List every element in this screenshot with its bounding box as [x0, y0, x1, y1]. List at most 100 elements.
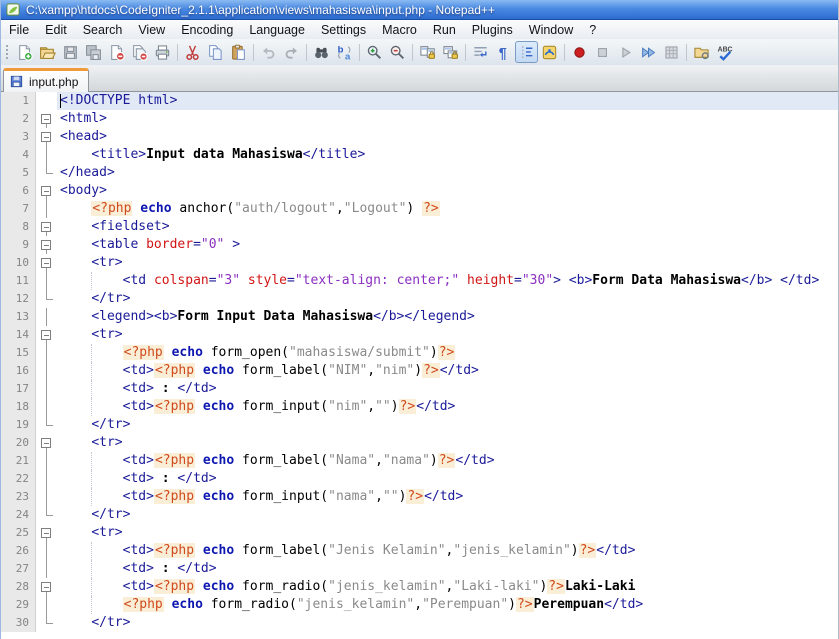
- doc-switcher-button[interactable]: [690, 41, 713, 63]
- word-wrap-icon: [474, 46, 487, 57]
- fold-collapse-box[interactable]: [36, 236, 57, 254]
- redo-button[interactable]: [280, 41, 303, 63]
- menu-item-window[interactable]: Window: [521, 21, 581, 39]
- menu-item-settings[interactable]: Settings: [313, 21, 374, 39]
- word-wrap-button[interactable]: [469, 41, 492, 63]
- code-line-19[interactable]: 19 </tr>: [1, 416, 838, 434]
- copy-button[interactable]: [204, 41, 227, 63]
- code-line-17[interactable]: 17 <td> : </td>: [1, 380, 838, 398]
- menu-item-search[interactable]: Search: [75, 21, 131, 39]
- code-line-22[interactable]: 22 <td> : </td>: [1, 470, 838, 488]
- code-line-30[interactable]: 30 </tr>: [1, 614, 838, 632]
- code-line-21[interactable]: 21 <td><?php echo form_label("Nama","nam…: [1, 452, 838, 470]
- menu-item-edit[interactable]: Edit: [37, 21, 75, 39]
- user-language-button[interactable]: [538, 41, 561, 63]
- cut-button[interactable]: [181, 41, 204, 63]
- code-line-10[interactable]: 10 <tr>: [1, 254, 838, 272]
- fold-collapse-box[interactable]: [36, 128, 57, 146]
- open-file-button[interactable]: [36, 41, 59, 63]
- close-file-button[interactable]: [105, 41, 128, 63]
- fold-margin: [36, 272, 57, 290]
- fold-margin: [36, 416, 57, 434]
- menu-item-encoding[interactable]: Encoding: [173, 21, 241, 39]
- fold-collapse-box[interactable]: [36, 254, 57, 272]
- code-line-15[interactable]: 15 <?php echo form_open("mahasiswa/submi…: [1, 344, 838, 362]
- run-macro-multiple-button[interactable]: [637, 41, 660, 63]
- code-line-16[interactable]: 16 <td><?php echo form_label("NIM","nim"…: [1, 362, 838, 380]
- code-line-25[interactable]: 25 <tr>: [1, 524, 838, 542]
- save-all-button[interactable]: [82, 41, 105, 63]
- menu-item-view[interactable]: View: [130, 21, 173, 39]
- code-line-29[interactable]: 29 <?php echo form_radio("jenis_kelamin"…: [1, 596, 838, 614]
- print-button[interactable]: [151, 41, 174, 63]
- spell-check-button[interactable]: ABC: [713, 41, 736, 63]
- code-line-14[interactable]: 14 <tr>: [1, 326, 838, 344]
- save-all-icon: [86, 44, 101, 60]
- fold-collapse-box[interactable]: [36, 434, 57, 452]
- fold-collapse-box[interactable]: [36, 110, 57, 128]
- code-line-20[interactable]: 20 <tr>: [1, 434, 838, 452]
- undo-icon: [263, 46, 275, 59]
- code-line-3[interactable]: 3 <head>: [1, 128, 838, 146]
- code-line-24[interactable]: 24 </tr>: [1, 506, 838, 524]
- save-macro-button[interactable]: [660, 41, 683, 63]
- fold-collapse-box[interactable]: [36, 182, 57, 200]
- fold-margin: [36, 614, 57, 632]
- code-line-12[interactable]: 12 </tr>: [1, 290, 838, 308]
- code-line-28[interactable]: 28 <td><?php echo form_radio("jenis_kela…: [1, 578, 838, 596]
- code-line-5[interactable]: 5 </head>: [1, 164, 838, 182]
- find-button[interactable]: [310, 41, 333, 63]
- play-macro-button[interactable]: [614, 41, 637, 63]
- code-line-1[interactable]: 1 <!DOCTYPE html>: [1, 92, 838, 110]
- code-line-7[interactable]: 7 <?php echo anchor("auth/logout","Logou…: [1, 200, 838, 218]
- code-line-8[interactable]: 8 <fieldset>: [1, 218, 838, 236]
- indent-guide-line: [91, 542, 92, 560]
- code-line-11[interactable]: 11 <td colspan="3" style="text-align: ce…: [1, 272, 838, 290]
- close-file-icon: [111, 44, 125, 61]
- paste-button[interactable]: [227, 41, 250, 63]
- undo-button[interactable]: [257, 41, 280, 63]
- indent-guide-line: [91, 362, 92, 380]
- indent-guide-line: [91, 488, 92, 506]
- code-line-4[interactable]: 4 <title>Input data Mahasiswa</title>: [1, 146, 838, 164]
- sync-horizontal-button[interactable]: [439, 41, 462, 63]
- code-text: <fieldset>: [91, 219, 170, 234]
- fold-collapse-box[interactable]: [36, 218, 57, 236]
- code-editor[interactable]: 1 <!DOCTYPE html> 2 <html> 3 <head> 4 <title>I…: [1, 92, 838, 639]
- code-line-18[interactable]: 18 <td><?php echo form_input("nim","")?>…: [1, 398, 838, 416]
- line-number: 26: [1, 542, 36, 560]
- sync-vertical-button[interactable]: [416, 41, 439, 63]
- record-macro-button[interactable]: [568, 41, 591, 63]
- fold-collapse-box[interactable]: [36, 524, 57, 542]
- code-line-2[interactable]: 2 <html>: [1, 110, 838, 128]
- fold-collapse-box[interactable]: [36, 578, 57, 596]
- menu-item-macro[interactable]: Macro: [374, 21, 425, 39]
- menu-item-run[interactable]: Run: [425, 21, 464, 39]
- line-number: 22: [1, 470, 36, 488]
- code-line-26[interactable]: 26 <td><?php echo form_label("Jenis Kela…: [1, 542, 838, 560]
- toolbar-separator: [412, 43, 413, 61]
- code-text: <body>: [60, 183, 107, 198]
- line-number: 14: [1, 326, 36, 344]
- code-line-23[interactable]: 23 <td><?php echo form_input("nama","")?…: [1, 488, 838, 506]
- close-all-button[interactable]: [128, 41, 151, 63]
- code-line-27[interactable]: 27 <td> : </td>: [1, 560, 838, 578]
- indent-guide-button[interactable]: [515, 41, 538, 63]
- code-line-6[interactable]: 6 <body>: [1, 182, 838, 200]
- menu-item-help[interactable]: ?: [581, 21, 604, 39]
- new-file-button[interactable]: [13, 41, 36, 63]
- fold-collapse-box[interactable]: [36, 326, 57, 344]
- zoom-in-button[interactable]: [363, 41, 386, 63]
- code-line-13[interactable]: 13 <legend><b>Form Input Data Mahasiswa<…: [1, 308, 838, 326]
- zoom-out-button[interactable]: [386, 41, 409, 63]
- menu-item-plugins[interactable]: Plugins: [464, 21, 521, 39]
- replace-button[interactable]: ba: [333, 41, 356, 63]
- line-number: 3: [1, 128, 36, 146]
- menu-item-language[interactable]: Language: [241, 21, 313, 39]
- code-line-9[interactable]: 9 <table border="0" >: [1, 236, 838, 254]
- show-all-characters-button[interactable]: ¶: [492, 41, 515, 63]
- menu-item-file[interactable]: File: [1, 21, 37, 39]
- save-file-button[interactable]: [59, 41, 82, 63]
- tab-input-php[interactable]: input.php: [3, 68, 90, 92]
- stop-macro-button[interactable]: [591, 41, 614, 63]
